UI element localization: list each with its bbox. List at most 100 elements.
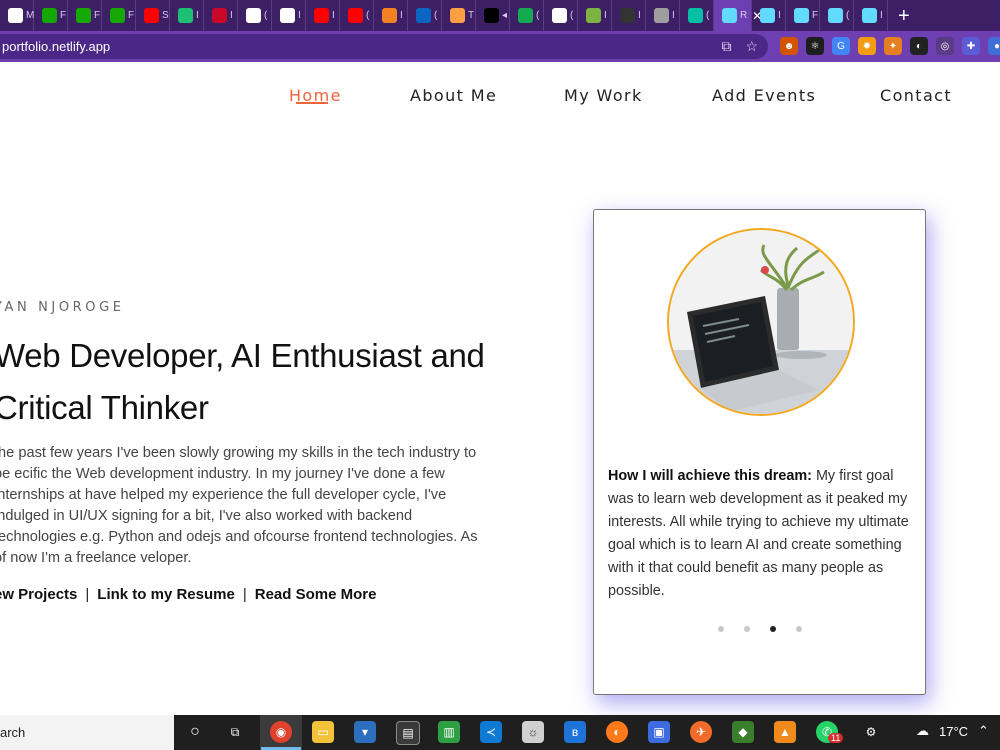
nav-add-events[interactable]: Add Events: [712, 86, 816, 105]
browser-tab[interactable]: I: [374, 0, 408, 31]
tab-title: (: [706, 10, 710, 21]
tray-chevron-icon[interactable]: ⌃: [978, 723, 989, 739]
nav-active-underline: [296, 102, 328, 104]
address-bar[interactable]: portfolio.netlify.app ⧉ ☆: [0, 34, 768, 59]
target-icon[interactable]: ◎: [936, 37, 954, 55]
card-description: How I will achieve this dream: My first …: [608, 465, 913, 603]
screen-share-icon[interactable]: ▣: [648, 721, 670, 743]
vscode-icon[interactable]: ≺: [480, 721, 502, 743]
browser-tab[interactable]: I: [752, 0, 786, 31]
nav-contact[interactable]: Contact: [880, 86, 952, 105]
browser-tab[interactable]: S: [136, 0, 170, 31]
stack-icon: [382, 8, 397, 23]
upwork-icon: [110, 8, 125, 23]
file-explorer-icon[interactable]: ▭: [312, 721, 334, 743]
gear-extension-icon[interactable]: ✹: [858, 37, 876, 55]
weather-cloud-icon[interactable]: ☁: [916, 723, 929, 739]
browser-tab[interactable]: (: [340, 0, 374, 31]
browser-tab[interactable]: I: [646, 0, 680, 31]
browser-tab[interactable]: I: [578, 0, 612, 31]
react-devtools-icon[interactable]: ⚛: [806, 37, 824, 55]
terminal-icon[interactable]: ▤: [396, 721, 420, 745]
browser-tab[interactable]: F: [68, 0, 102, 31]
bookmark-star-icon[interactable]: ☆: [745, 38, 758, 55]
postman-icon[interactable]: ✈: [690, 721, 712, 743]
cortana-icon[interactable]: ○: [184, 721, 206, 743]
browser-tab[interactable]: I: [204, 0, 238, 31]
browser-tab-strip: M F F F S I I (I I (I (T ◂ ((I I I (R ✕ I F (I +: [0, 0, 1000, 31]
carousel-dot-1[interactable]: [718, 626, 724, 632]
browser-tab[interactable]: I: [612, 0, 646, 31]
database-icon[interactable]: ▥: [438, 721, 460, 743]
carousel-dot-2[interactable]: [744, 626, 750, 632]
git-icon[interactable]: ◆: [732, 721, 754, 743]
hero-title-line-1: Web Developer, AI Enthusiast and: [0, 337, 485, 374]
url-text[interactable]: portfolio.netlify.app: [0, 39, 110, 54]
browser-tab[interactable]: (: [408, 0, 442, 31]
extension-icon[interactable]: ☻: [780, 37, 798, 55]
tab-title: I: [196, 10, 199, 21]
browser-tab[interactable]: (: [238, 0, 272, 31]
chrome-icon[interactable]: ◉: [270, 721, 292, 743]
taskbar-search[interactable]: arch: [0, 715, 174, 750]
tab-title: (: [264, 10, 268, 21]
browser-tab[interactable]: (: [544, 0, 578, 31]
profile-icon[interactable]: ●: [988, 37, 1000, 55]
browser-tab[interactable]: ◂: [476, 0, 510, 31]
nav-about-me[interactable]: About Me: [410, 86, 497, 105]
browser-tab[interactable]: I: [854, 0, 888, 31]
browser-tab[interactable]: T: [442, 0, 476, 31]
browser-tab[interactable]: F: [34, 0, 68, 31]
browser-tab[interactable]: (: [680, 0, 714, 31]
browser-tab[interactable]: I: [170, 0, 204, 31]
installer-icon[interactable]: ▾: [354, 721, 376, 743]
tab-title: (: [366, 10, 370, 21]
view-projects-link[interactable]: ew Projects: [0, 586, 77, 603]
upwork-icon: [76, 8, 91, 23]
tab-title: I: [778, 10, 781, 21]
share-icon[interactable]: ⧉: [721, 38, 731, 55]
browser-tab[interactable]: (: [820, 0, 854, 31]
fiverr-icon: [178, 8, 193, 23]
react-icon: [794, 8, 809, 23]
medium-icon: [484, 8, 499, 23]
browser-tab[interactable]: I: [306, 0, 340, 31]
vlc-icon[interactable]: ▲: [774, 721, 796, 743]
task-view-icon[interactable]: ⧉: [224, 721, 246, 743]
browser-tab[interactable]: F: [102, 0, 136, 31]
tab-title: (: [570, 10, 574, 21]
browser-tab[interactable]: (: [510, 0, 544, 31]
cake-icon: [450, 8, 465, 23]
diamond-icon: [688, 8, 703, 23]
browser-toolbar: portfolio.netlify.app ⧉ ☆ ☻ ⚛ G ✹ ✦ ◐ ◎ …: [0, 31, 1000, 62]
new-tab-button[interactable]: +: [898, 6, 910, 26]
bluetooth-icon[interactable]: ʙ: [564, 721, 586, 743]
settings-gear-icon[interactable]: ⚙: [860, 721, 882, 743]
whatsapp-badge: 11: [828, 733, 844, 743]
carousel-dot-4[interactable]: [796, 626, 802, 632]
mysql-icon[interactable]: ☼: [522, 721, 544, 743]
tab-title: ◂: [502, 10, 508, 21]
temperature[interactable]: 17°C: [939, 724, 968, 739]
white-square-icon: [8, 8, 23, 23]
browser-tab[interactable]: I: [272, 0, 306, 31]
carousel-dot-3[interactable]: [770, 626, 776, 632]
extensions-puzzle-icon[interactable]: ✚: [962, 37, 980, 55]
browser-tab[interactable]: M: [0, 0, 34, 31]
metamask-icon[interactable]: ✦: [884, 37, 902, 55]
link-separator: |: [85, 586, 90, 603]
react-icon: [862, 8, 877, 23]
tab-title: I: [604, 10, 607, 21]
read-more-link[interactable]: Read Some More: [255, 586, 377, 603]
browser-tab[interactable]: R ✕: [714, 0, 762, 31]
firefox-icon[interactable]: ◐: [606, 721, 628, 743]
circle-icon: [654, 8, 669, 23]
goal-carousel-card: How I will achieve this dream: My first …: [593, 209, 926, 695]
resume-link[interactable]: Link to my Resume: [97, 586, 235, 603]
leaf-icon: [518, 8, 533, 23]
translate-icon[interactable]: G: [832, 37, 850, 55]
dark-mode-icon[interactable]: ◐: [910, 37, 928, 55]
browser-tab[interactable]: F: [786, 0, 820, 31]
nav-my-work[interactable]: My Work: [564, 86, 643, 105]
taskbar-search-text[interactable]: arch: [0, 725, 25, 740]
